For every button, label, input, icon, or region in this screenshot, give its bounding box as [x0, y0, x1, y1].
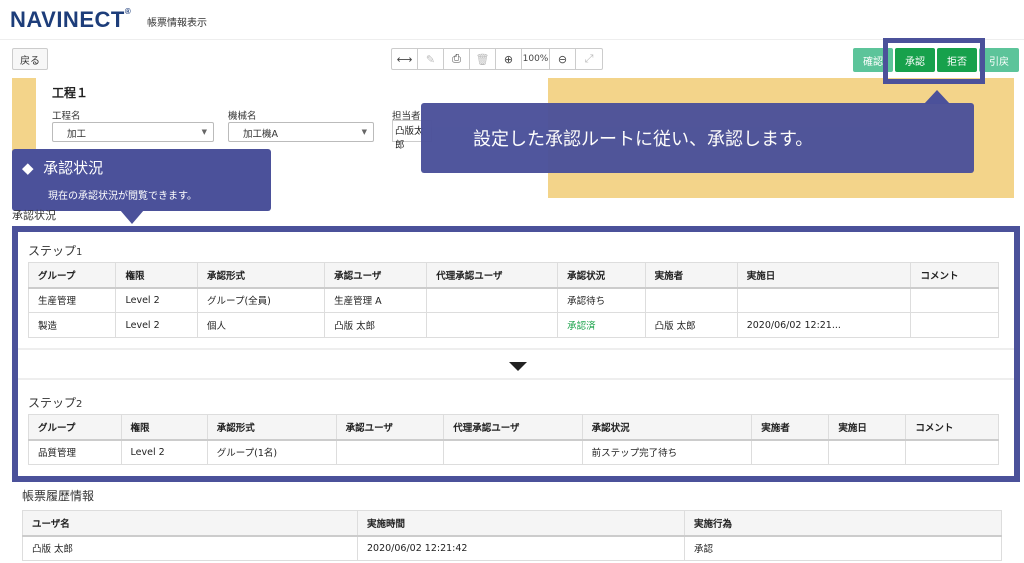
col-header: 実施者 [751, 414, 830, 441]
col-header: 承認形式 [206, 414, 337, 441]
down-arrow-icon [509, 362, 527, 371]
app-header: NAVINECT® 帳票情報表示 [0, 0, 1024, 40]
history-table: ユーザ名 実施時間 実施行為 凸版 太郎 2020/06/02 12:21:42… [22, 510, 1002, 561]
col-header: 代理承認ユーザ [426, 262, 559, 289]
approve-callout: 設定した承認ルートに従い、承認します。 [421, 103, 974, 173]
status-callout-title: 承認状況 [43, 159, 104, 177]
col-header: グループ [27, 262, 117, 289]
step-title: ステップ1 [28, 244, 83, 258]
step-separator [18, 348, 1014, 380]
col-header: 承認ユーザ [324, 262, 428, 289]
chevron-down-icon: ▼ [361, 128, 367, 136]
status-callout-text: 現在の承認状況が閲覧できます。 [48, 191, 197, 202]
navinect-logo: NAVINECT® [10, 7, 132, 32]
col-header: 実施者 [644, 262, 738, 289]
table-row: 製造 Level 2 個人 凸版 太郎 承認済 凸版 太郎 2020/06/02… [27, 312, 999, 338]
machine-label: 機械名 [228, 111, 257, 122]
zoom-out-icon[interactable]: ⊖ [550, 49, 576, 69]
approve-reject-highlight [883, 38, 985, 84]
diamond-bullet-icon: ◆ [22, 159, 34, 177]
chevron-down-icon: ▼ [201, 128, 207, 136]
process-select[interactable]: 加工 ▼ [52, 122, 214, 142]
col-header: 承認状況 [581, 414, 753, 441]
col-header: コメント [910, 262, 999, 289]
table-header-row: ユーザ名 実施時間 実施行為 [22, 510, 1002, 537]
table-header-row: グループ 権限 承認形式 承認ユーザ 代理承認ユーザ 承認状況 実施者 実施日 … [28, 414, 999, 441]
fit-width-icon[interactable]: ⟷ [392, 49, 418, 69]
col-header: 権限 [115, 262, 199, 289]
back-button[interactable]: 戻る [12, 48, 48, 70]
table-row: 凸版 太郎 2020/06/02 12:21:42 承認 [22, 535, 1002, 561]
status-badge: 承認済 [557, 312, 646, 338]
col-header: 実施時間 [357, 510, 685, 537]
col-header: 権限 [120, 414, 208, 441]
col-header: コメント [905, 414, 999, 441]
callout-pointer [924, 90, 950, 104]
machine-select[interactable]: 加工機A ▼ [228, 122, 374, 142]
callout-pointer [120, 210, 144, 224]
section-title: 工程１ [52, 86, 89, 100]
col-header: 承認ユーザ [335, 414, 445, 441]
approval-status-panel: ステップ1 グループ 権限 承認形式 承認ユーザ 代理承認ユーザ 承認状況 実施… [12, 226, 1020, 482]
col-header: 承認形式 [197, 262, 326, 289]
toolbar: 戻る ⟷ ✎ ⎙ 🗑 ⊕ 100% ⊖ ⤢ 確認 承認 拒否 引戻 [0, 44, 1024, 76]
col-header: 実施行為 [684, 510, 1002, 537]
col-header: グループ [28, 414, 122, 441]
page-title: 帳票情報表示 [147, 18, 207, 29]
document-tools: ⟷ ✎ ⎙ 🗑 ⊕ 100% ⊖ ⤢ [391, 48, 603, 70]
zoom-in-icon[interactable]: ⊕ [496, 49, 522, 69]
history-title: 帳票履歴情報 [22, 489, 95, 503]
col-header: 承認状況 [557, 262, 646, 289]
step1-table: グループ 権限 承認形式 承認ユーザ 代理承認ユーザ 承認状況 実施者 実施日 … [27, 262, 999, 338]
col-header: 実施日 [736, 262, 912, 289]
step-title: ステップ2 [28, 396, 83, 410]
print-icon[interactable]: ⎙ [444, 49, 470, 69]
process-label: 工程名 [52, 111, 81, 122]
approval-status-label: 承認状況 [12, 209, 56, 222]
col-header: 代理承認ユーザ [443, 414, 583, 441]
trash-icon[interactable]: 🗑 [470, 49, 496, 69]
table-row: 品質管理 Level 2 グループ(1名) 前ステップ完了待ち [28, 439, 999, 465]
step2-table: グループ 権限 承認形式 承認ユーザ 代理承認ユーザ 承認状況 実施者 実施日 … [28, 414, 999, 465]
zoom-level: 100% [522, 49, 550, 69]
pullback-button[interactable]: 引戻 [979, 48, 1019, 72]
edit-icon[interactable]: ✎ [418, 49, 444, 69]
table-row: 生産管理 Level 2 グループ(全員) 生産管理 A 承認待ち [27, 287, 999, 313]
fullscreen-icon[interactable]: ⤢ [576, 49, 602, 69]
col-header: ユーザ名 [22, 510, 358, 537]
col-header: 実施日 [828, 414, 907, 441]
status-callout: ◆ 承認状況 現在の承認状況が閲覧できます。 [12, 149, 271, 211]
table-header-row: グループ 権限 承認形式 承認ユーザ 代理承認ユーザ 承認状況 実施者 実施日 … [27, 262, 999, 289]
